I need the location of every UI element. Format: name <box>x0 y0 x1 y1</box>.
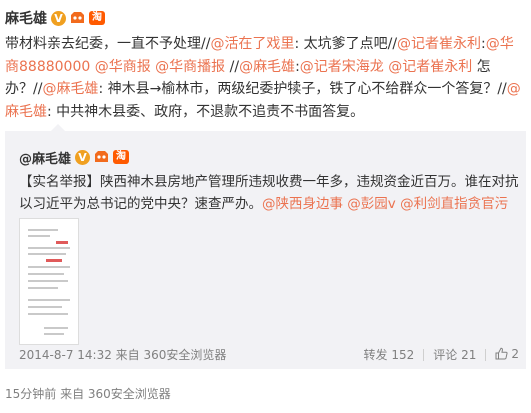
mention-link[interactable]: @麻毛雄 <box>42 81 98 97</box>
text-fragment: : 神木县→榆林市，两级纪委护犊子，铁了心不给群众一个答复？// <box>98 81 507 97</box>
like-button[interactable]: 2 <box>495 347 519 363</box>
text-fragment: 带材料亲去纪委，一直不予处理 <box>5 36 201 52</box>
comment-button[interactable]: 评论 21 <box>433 346 476 363</box>
post-footer-meta[interactable]: 15分钟前 来自 360安全浏览器 <box>5 385 171 402</box>
document-thumbnail-image[interactable] <box>19 218 79 345</box>
taobao-badge-icon[interactable]: 淘 <box>113 150 130 164</box>
original-post-meta[interactable]: 2014-8-7 14:32 来自 360安全浏览器 <box>19 346 226 363</box>
post-text: 带材料亲去纪委，一直不予处理//@活在了戏里: 太坑爹了点吧//@记者崔永利:@… <box>5 33 525 123</box>
mention-link[interactable]: @记者宋海龙 <box>300 59 384 75</box>
mention-link[interactable]: @彭园v <box>347 196 396 212</box>
thumb-up-icon <box>495 347 508 363</box>
mention-link[interactable]: @华商播报 <box>155 59 225 75</box>
like-count: 2 <box>511 346 519 361</box>
taobao-badge-icon[interactable]: 淘 <box>89 11 105 25</box>
repost-arrow <box>51 124 65 131</box>
text-fragment: : 中共神木县委、政府，不退款不追责不书面答复。 <box>47 103 365 120</box>
original-post-box: @麻毛雄 V 淘 【实名举报】陕西神木县房地产管理所违规收费一年多，违规资金近百… <box>5 124 526 369</box>
action-divider <box>485 348 487 361</box>
mention-link[interactable]: @记者崔永利 <box>397 36 481 52</box>
text-fragment: // <box>387 36 398 52</box>
repost-button[interactable]: 转发 152 <box>364 346 415 363</box>
level-badge-icon[interactable] <box>70 11 85 26</box>
original-post-actions: 转发 152 评论 21 2 <box>364 346 519 363</box>
original-author-link[interactable]: @麻毛雄 <box>19 148 71 167</box>
mention-link[interactable]: @记者崔永利 <box>388 59 472 75</box>
action-divider <box>423 348 425 361</box>
verified-v-icon[interactable]: V <box>75 149 91 165</box>
original-post-footer: 2014-8-7 14:32 来自 360安全浏览器 转发 152 评论 21 … <box>19 346 519 364</box>
verified-v-icon[interactable]: V <box>51 10 66 26</box>
original-post-text: 【实名举报】陕西神木县房地产管理所违规收费一年多，违规资金近百万。谁在对抗以习近… <box>19 171 519 237</box>
original-post-header: @麻毛雄 V 淘 <box>19 148 130 167</box>
mention-link[interactable]: @活在了戏里 <box>210 36 294 52</box>
mention-link[interactable]: @华商报 <box>95 59 151 75</box>
level-badge-icon[interactable] <box>94 150 109 165</box>
post-header: 麻毛雄 V 淘 <box>5 8 105 28</box>
post-author-name[interactable]: 麻毛雄 <box>5 8 47 28</box>
mention-link[interactable]: @麻毛雄 <box>239 59 295 75</box>
text-fragment: : 太坑爹了点吧 <box>294 36 388 52</box>
text-fragment: // <box>225 58 240 75</box>
mention-link[interactable]: @陕西身边事 <box>262 196 343 212</box>
